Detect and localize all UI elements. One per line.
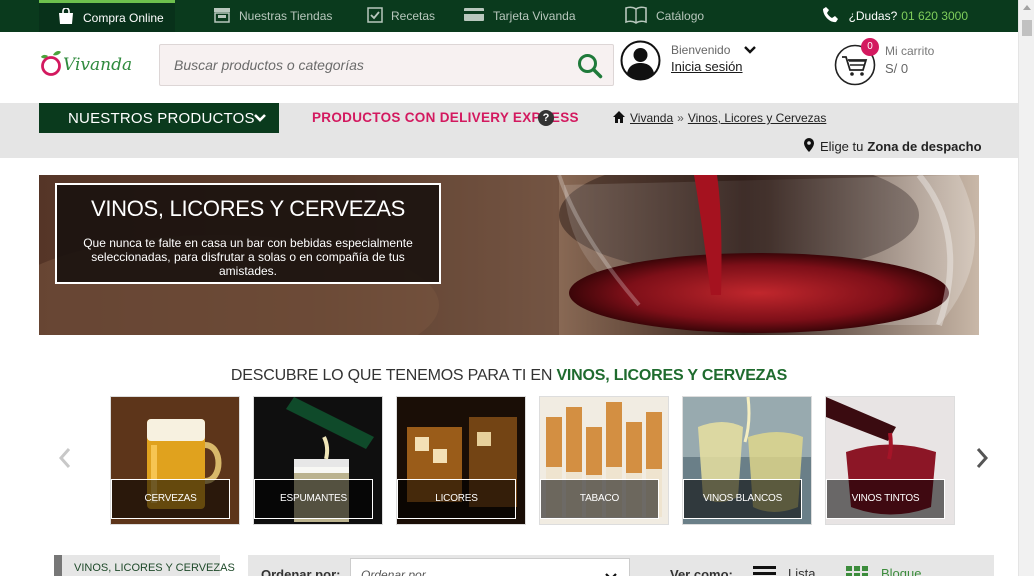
category-card-vinos-tintos[interactable]: VINOS TINTOS — [825, 396, 955, 525]
category-label: VINOS TINTOS — [826, 479, 945, 519]
zone-label: Zona de despacho — [867, 139, 982, 154]
category-card-cervezas[interactable]: CERVEZAS — [110, 396, 240, 525]
category-label: VINOS BLANCOS — [683, 479, 802, 519]
search-input[interactable] — [174, 45, 564, 85]
sort-bar: Ordenar por: Ordenar por Ver como: Lista… — [248, 555, 994, 576]
help-label: ¿Dudas? — [848, 9, 898, 23]
chevron-down-icon — [253, 111, 267, 128]
sort-label: Ordenar por: — [261, 567, 341, 576]
top-item-recetas[interactable]: Recetas — [345, 0, 463, 32]
user-account[interactable]: Bienvenido Inicia sesión — [620, 40, 756, 86]
top-item-compra-online[interactable]: Compra Online — [39, 0, 175, 32]
category-card-tabaco[interactable]: TABACO — [539, 396, 669, 525]
category-card-licores[interactable]: LICORES — [396, 396, 526, 525]
products-menu-label: NUESTROS PRODUCTOS — [68, 109, 255, 127]
breadcrumb-home[interactable]: Vivanda — [630, 111, 673, 125]
breadcrumb-separator: » — [677, 111, 684, 125]
cart-icon — [834, 44, 876, 90]
logo-text: Vivanda — [63, 54, 133, 75]
recipe-check-icon — [367, 6, 383, 26]
login-link[interactable]: Inicia sesión — [671, 59, 743, 74]
phone-icon — [822, 6, 840, 27]
search-box — [159, 44, 614, 86]
scroll-thumb[interactable] — [1022, 20, 1032, 36]
chevron-down-icon — [605, 570, 617, 576]
banner-title: VINOS, LICORES Y CERVEZAS — [90, 196, 406, 221]
view-list-label: Lista — [788, 566, 816, 576]
discover-prefix: DESCUBRE LO QUE TENEMOS PARA TI EN — [230, 367, 553, 384]
home-icon[interactable] — [612, 110, 626, 126]
breadcrumb: Vivanda » Vinos, Licores y Cervezas — [612, 110, 826, 126]
carousel-next-icon[interactable] — [975, 447, 989, 474]
top-item-tarjeta-vivanda[interactable]: Tarjeta Vivanda — [463, 0, 624, 32]
top-item-label: Recetas — [391, 9, 436, 23]
top-item-label: Tarjeta Vivanda — [493, 9, 576, 23]
banner-description: Que nunca te falte en casa un bar con be… — [83, 236, 413, 278]
carousel-prev-icon[interactable] — [58, 447, 72, 474]
list-view-icon — [753, 565, 776, 576]
search-icon[interactable] — [577, 53, 603, 84]
logo[interactable]: Vivanda — [40, 47, 132, 82]
user-avatar-icon — [620, 40, 661, 86]
view-grid-label: Bloque — [881, 566, 922, 576]
sort-select[interactable]: Ordenar por — [350, 558, 630, 576]
logo-icon — [40, 47, 62, 82]
chevron-down-icon[interactable] — [743, 44, 756, 58]
help-phone[interactable]: ¿Dudas? 01 620 3000 — [822, 0, 968, 32]
help-icon[interactable]: ? — [538, 110, 554, 126]
top-item-label: Compra Online — [83, 10, 164, 25]
phone-number: 01 620 3000 — [901, 9, 968, 23]
store-icon — [213, 7, 231, 26]
discover-heading: DESCUBRE LO QUE TENEMOS PARA TI EN VINOS… — [0, 367, 1018, 385]
page: Compra Online Nuestras Tiendas Recetas T… — [0, 0, 1034, 576]
category-label: ESPUMANTES — [254, 479, 373, 519]
header: Vivanda Bienvenido Inicia sesión 0 — [0, 32, 1018, 103]
top-item-label: Catálogo — [656, 9, 705, 23]
view-grid-button[interactable]: Bloque — [846, 565, 921, 576]
top-bar: Compra Online Nuestras Tiendas Recetas T… — [0, 0, 1018, 32]
scroll-up-icon[interactable] — [1023, 5, 1031, 10]
category-banner: VINOS, LICORES Y CERVEZAS Que nunca te f… — [39, 175, 979, 335]
category-label: LICORES — [397, 479, 516, 519]
zone-prefix: Elige tu — [820, 139, 864, 154]
welcome-text: Bienvenido — [671, 43, 756, 58]
grid-view-icon — [846, 565, 869, 576]
shopping-bag-icon — [57, 6, 75, 28]
category-card-vinos-blancos[interactable]: VINOS BLANCOS — [682, 396, 812, 525]
banner-text-box: VINOS, LICORES Y CERVEZAS Que nunca te f… — [55, 183, 441, 284]
category-label: CERVEZAS — [111, 479, 230, 519]
nav-band: NUESTROS PRODUCTOS PRODUCTOS CON DELIVER… — [0, 103, 1018, 158]
page-scrollbar[interactable] — [1018, 0, 1034, 576]
view-as-label: Ver como: — [670, 567, 733, 576]
location-pin-icon — [804, 138, 814, 155]
cart-count-badge: 0 — [861, 38, 879, 56]
card-icon — [463, 7, 485, 25]
delivery-zone-selector[interactable]: Elige tu Zona de despacho — [804, 138, 982, 155]
products-menu-button[interactable]: NUESTROS PRODUCTOS — [39, 103, 279, 133]
category-label: TABACO — [540, 479, 659, 519]
cart-amount: S/ 0 — [885, 61, 909, 76]
cart[interactable]: 0 Mi carrito S/ 0 — [834, 38, 934, 91]
sort-select-value: Ordenar por — [361, 568, 426, 576]
view-list-button[interactable]: Lista — [753, 565, 815, 576]
top-item-label: Nuestras Tiendas — [239, 9, 333, 23]
cart-label: Mi carrito — [885, 44, 935, 58]
breadcrumb-current[interactable]: Vinos, Licores y Cervezas — [688, 111, 827, 125]
discover-highlight: VINOS, LICORES Y CERVEZAS — [556, 367, 788, 384]
category-card-espumantes[interactable]: ESPUMANTES — [253, 396, 383, 525]
book-icon — [624, 6, 648, 27]
top-item-nuestras-tiendas[interactable]: Nuestras Tiendas — [175, 0, 345, 32]
top-item-catalogo[interactable]: Catálogo — [624, 0, 704, 32]
sidebar-category-title[interactable]: VINOS, LICORES Y CERVEZAS — [54, 555, 235, 576]
